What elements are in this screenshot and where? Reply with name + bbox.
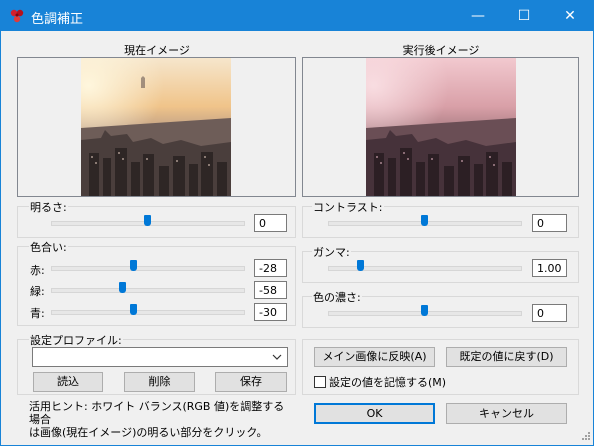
- brightness-value-field[interactable]: 0: [254, 214, 287, 232]
- saturation-thumb[interactable]: [421, 305, 428, 316]
- green-value-field[interactable]: -58: [254, 281, 287, 299]
- result-image-label: 実行後イメージ: [402, 44, 480, 57]
- hue-label: 色合い:: [29, 239, 68, 255]
- gamma-thumb[interactable]: [357, 260, 364, 271]
- current-image[interactable]: [81, 58, 231, 196]
- saturation-value-field[interactable]: 0: [532, 304, 567, 322]
- gamma-slider[interactable]: [328, 260, 522, 274]
- close-icon: ✕: [564, 8, 576, 24]
- red-slider[interactable]: [51, 260, 245, 274]
- blue-slider[interactable]: [51, 304, 245, 318]
- red-label: 赤:: [30, 264, 45, 277]
- color-adjust-dialog: 色調補正 — ☐ ✕ 現在イメージ 実行後イメージ 明るさ: 0 色合い: 赤:…: [0, 0, 594, 446]
- remember-settings-checkbox[interactable]: [314, 376, 326, 388]
- red-value-field[interactable]: -28: [254, 259, 287, 277]
- save-profile-button[interactable]: 保存: [215, 372, 287, 392]
- cancel-button[interactable]: キャンセル: [446, 403, 567, 424]
- brightness-label: 明るさ:: [29, 199, 68, 215]
- red-track: [51, 266, 245, 271]
- green-thumb[interactable]: [119, 282, 126, 293]
- close-button[interactable]: ✕: [547, 1, 593, 31]
- result-image: [366, 58, 516, 196]
- app-icon: [10, 9, 24, 23]
- remember-settings-label[interactable]: 設定の値を記憶する(M): [329, 374, 446, 390]
- load-profile-button[interactable]: 読込: [33, 372, 103, 392]
- green-label: 緑:: [30, 285, 45, 298]
- contrast-value-field[interactable]: 0: [532, 214, 567, 232]
- delete-profile-button[interactable]: 削除: [124, 372, 195, 392]
- contrast-slider[interactable]: [328, 215, 522, 229]
- maximize-icon: ☐: [517, 8, 531, 24]
- brightness-thumb[interactable]: [144, 215, 151, 226]
- maximize-button[interactable]: ☐: [501, 1, 547, 31]
- ok-button[interactable]: OK: [314, 403, 435, 424]
- chevron-down-icon: [272, 354, 282, 360]
- usage-hint-line2: は画像(現在イメージ)の明るい部分をクリック。: [29, 426, 268, 439]
- blue-thumb[interactable]: [130, 304, 137, 315]
- saturation-slider[interactable]: [328, 305, 522, 319]
- contrast-thumb[interactable]: [421, 215, 428, 226]
- title-bar[interactable]: 色調補正 — ☐ ✕: [1, 1, 593, 31]
- profile-label: 設定プロファイル:: [29, 332, 123, 348]
- green-track: [51, 288, 245, 293]
- contrast-label: コントラスト:: [312, 199, 384, 215]
- gamma-label: ガンマ:: [312, 244, 351, 260]
- current-image-label: 現在イメージ: [124, 44, 190, 57]
- blue-track: [51, 310, 245, 315]
- minimize-icon: —: [471, 8, 485, 24]
- window-title: 色調補正: [31, 12, 84, 27]
- saturation-label: 色の濃さ:: [312, 289, 362, 305]
- result-image-preview: [302, 57, 579, 197]
- profile-select[interactable]: [32, 347, 288, 367]
- minimize-button[interactable]: —: [455, 1, 501, 31]
- red-thumb[interactable]: [130, 260, 137, 271]
- resize-grip-icon[interactable]: [579, 429, 591, 441]
- usage-hint: 活用ヒント: ホワイト バランス(RGB 値)を調整する場合 は画像(現在イメー…: [29, 400, 295, 439]
- usage-hint-line1: 活用ヒント: ホワイト バランス(RGB 値)を調整する場合: [29, 400, 285, 426]
- current-image-preview[interactable]: [17, 57, 296, 197]
- gamma-value-field[interactable]: 1.00: [532, 259, 567, 277]
- apply-main-image-button[interactable]: メイン画像に反映(A): [314, 347, 435, 367]
- blue-value-field[interactable]: -30: [254, 303, 287, 321]
- reset-defaults-button[interactable]: 既定の値に戻す(D): [446, 347, 567, 367]
- brightness-slider[interactable]: [51, 215, 245, 229]
- green-slider[interactable]: [51, 282, 245, 296]
- blue-label: 青:: [30, 307, 45, 320]
